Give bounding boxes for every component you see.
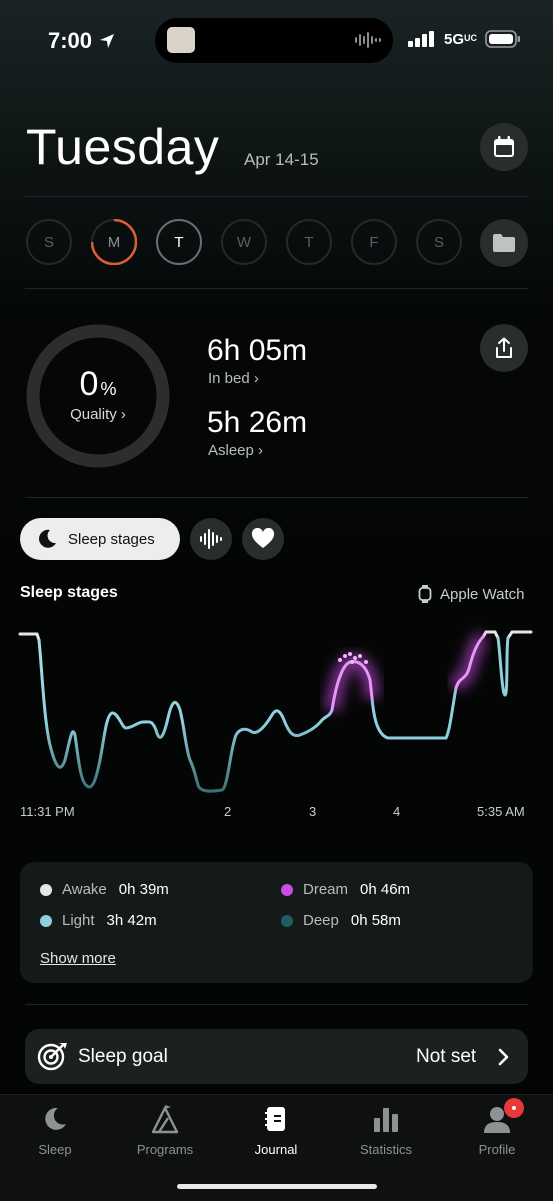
sleep-goal-value: Not set (416, 1046, 477, 1067)
light-curve (496, 636, 510, 697)
x-tick: 4 (393, 804, 401, 819)
light-deep-curve (37, 638, 334, 793)
moon-icon (39, 529, 56, 548)
legend-item-dream: Dream 0h 46m (281, 881, 410, 898)
network-type: 5GUC (444, 30, 478, 48)
chevron-right-icon: › (120, 406, 126, 423)
tab-statistics[interactable]: Statistics (336, 1102, 436, 1157)
heart-rate-chip[interactable] (242, 518, 284, 560)
chart-title: Sleep stages (20, 584, 118, 601)
day-monday[interactable]: M (91, 219, 137, 265)
chevron-right-icon: › (258, 442, 264, 459)
bar-chart-icon (374, 1108, 398, 1132)
divider (25, 196, 528, 197)
awake-segment (18, 632, 41, 642)
dream-dot (281, 883, 293, 896)
light-dot (40, 914, 52, 927)
page-title: Tuesday (26, 119, 220, 175)
x-tick-start: 11:31 PM (20, 804, 75, 819)
programs-icon (151, 1105, 179, 1134)
awake-segment (481, 630, 500, 640)
x-tick-end: 5:35 AM (477, 804, 525, 819)
moon-icon (45, 1107, 66, 1130)
tab-journal[interactable]: Journal (226, 1102, 326, 1157)
share-button[interactable] (480, 324, 528, 372)
battery-icon (485, 30, 521, 48)
day-thursday[interactable]: T (286, 219, 332, 265)
status-time: 7:00 (48, 28, 116, 54)
tab-profile[interactable]: Profile (447, 1102, 547, 1157)
x-tick: 3 (309, 804, 317, 819)
data-source: Apple Watch (418, 584, 525, 604)
quality-value: 0% (79, 365, 117, 403)
tab-programs[interactable]: Programs (115, 1102, 215, 1157)
light-curve (370, 686, 458, 740)
home-indicator (177, 1184, 377, 1189)
divider (25, 288, 528, 289)
heart-icon (251, 528, 275, 548)
x-tick: 2 (224, 804, 232, 819)
calendar-button[interactable] (480, 123, 528, 171)
divider (25, 497, 528, 498)
day-saturday[interactable]: S (416, 219, 462, 265)
watch-icon (418, 585, 432, 603)
deep-dot (281, 914, 293, 927)
show-more-link[interactable]: Show more (40, 950, 116, 967)
quality-link[interactable]: Quality › (25, 406, 171, 423)
notification-badge (504, 1098, 524, 1118)
journal-icon (265, 1107, 285, 1131)
status-indicators: 5GUC (408, 30, 521, 48)
legend-item-awake: Awake 0h 39m (40, 881, 169, 898)
in-bed-link[interactable]: In bed › (208, 370, 259, 387)
audio-wave-icon (200, 529, 222, 549)
waveform-icon (355, 32, 381, 48)
awake-segment (506, 630, 533, 640)
day-wednesday[interactable]: W (221, 219, 267, 265)
signal-icon (408, 31, 434, 47)
awake-dot (40, 883, 52, 896)
calendar-icon (494, 136, 514, 157)
location-arrow-icon (100, 34, 115, 48)
sleep-stages-chart[interactable] (0, 610, 553, 810)
legend-item-deep: Deep 0h 58m (281, 912, 401, 929)
share-icon (496, 337, 512, 358)
day-friday[interactable]: F (351, 219, 397, 265)
sleep-goal-label: Sleep goal (78, 1046, 168, 1067)
folder-icon (493, 234, 515, 252)
in-bed-value: 6h 05m (207, 334, 308, 367)
tab-sleep[interactable]: Sleep (5, 1102, 105, 1157)
legend-item-light: Light 3h 42m (40, 912, 157, 929)
date-range: Apr 14-15 (244, 150, 319, 169)
target-icon (37, 1043, 67, 1071)
folder-button[interactable] (480, 219, 528, 267)
chevron-right-icon (498, 1048, 509, 1066)
divider (25, 1004, 528, 1005)
day-tuesday-selected[interactable]: T (156, 219, 202, 265)
chevron-right-icon: › (253, 370, 259, 387)
sounds-chip[interactable] (190, 518, 232, 560)
now-playing-artwork (167, 27, 195, 53)
asleep-link[interactable]: Asleep › (208, 442, 263, 459)
sleep-stages-chip[interactable]: Sleep stages (20, 518, 180, 560)
day-sunday[interactable]: S (26, 219, 72, 265)
asleep-value: 5h 26m (207, 406, 308, 439)
